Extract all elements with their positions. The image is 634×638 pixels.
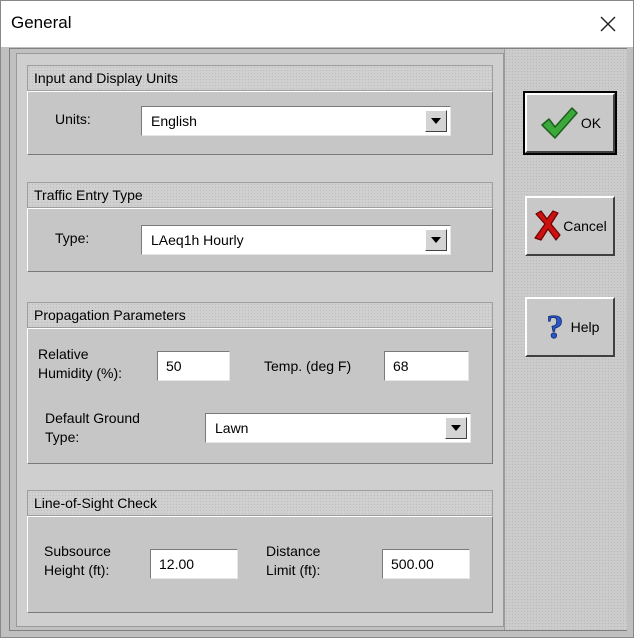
- general-dialog: General Input and Display Units Units: E…: [0, 0, 634, 638]
- humidity-label-line2: Humidity (%):: [38, 365, 123, 381]
- units-group-header: Input and Display Units: [27, 65, 493, 91]
- red-x-icon: [534, 210, 561, 241]
- propagation-group-header: Propagation Parameters: [27, 302, 493, 328]
- distance-limit-label-line2: Limit (ft):: [266, 562, 321, 578]
- units-selected-value: English: [151, 113, 197, 129]
- line-of-sight-group-body: Subsource Height (ft): 12.00 Distance Li…: [27, 516, 493, 613]
- ground-type-dropdown[interactable]: Lawn: [205, 413, 471, 443]
- ok-button-label: OK: [580, 115, 602, 131]
- units-dropdown[interactable]: English: [141, 106, 451, 136]
- humidity-input[interactable]: 50: [157, 351, 230, 381]
- units-group-body: Units: English: [27, 91, 493, 155]
- temp-input[interactable]: 68: [384, 351, 469, 381]
- cancel-button-label: Cancel: [563, 218, 607, 234]
- chevron-down-icon: [431, 237, 441, 243]
- ground-type-selected-value: Lawn: [215, 420, 249, 436]
- units-dropdown-button[interactable]: [425, 110, 447, 132]
- help-button[interactable]: ? Help: [525, 297, 615, 357]
- traffic-group: Traffic Entry Type Type: LAeq1h Hourly: [27, 182, 493, 272]
- checkmark-icon: [541, 107, 578, 139]
- subsource-height-label-line1: Subsource: [44, 543, 111, 559]
- dialog-title: General: [11, 13, 72, 32]
- line-of-sight-group-header: Line-of-Sight Check: [27, 490, 493, 516]
- traffic-group-header: Traffic Entry Type: [27, 182, 493, 208]
- ground-type-label-line1: Default Ground: [45, 410, 140, 426]
- subsource-height-label-line2: Height (ft):: [44, 562, 110, 578]
- propagation-group-body: Relative Humidity (%): 50 Temp. (deg F) …: [27, 328, 493, 464]
- traffic-group-body: Type: LAeq1h Hourly: [27, 208, 493, 272]
- humidity-label-line1: Relative: [38, 346, 89, 362]
- help-button-label: Help: [570, 319, 600, 335]
- close-icon: [600, 16, 616, 32]
- chevron-down-icon: [431, 118, 441, 124]
- traffic-type-dropdown-button[interactable]: [425, 229, 447, 251]
- close-button[interactable]: [583, 1, 633, 47]
- chevron-down-icon: [451, 425, 461, 431]
- button-panel: OK Cancel ? Help: [504, 49, 627, 630]
- line-of-sight-group: Line-of-Sight Check Subsource Height (ft…: [27, 490, 493, 613]
- propagation-group: Propagation Parameters Relative Humidity…: [27, 302, 493, 464]
- traffic-type-selected-value: LAeq1h Hourly: [151, 232, 244, 248]
- ground-type-label-line2: Type:: [45, 429, 80, 445]
- distance-limit-label-line1: Distance: [266, 543, 321, 559]
- ok-button[interactable]: OK: [523, 91, 617, 155]
- title-bar: General: [1, 1, 633, 47]
- units-label: Units:: [55, 111, 91, 127]
- dialog-client-area: Input and Display Units Units: English T…: [9, 48, 627, 631]
- question-mark-icon: ?: [546, 310, 564, 344]
- temp-label: Temp. (deg F): [264, 358, 352, 374]
- traffic-type-dropdown[interactable]: LAeq1h Hourly: [141, 225, 451, 255]
- settings-pane: Input and Display Units Units: English T…: [16, 53, 504, 627]
- ground-type-dropdown-button[interactable]: [445, 417, 467, 439]
- svg-text:?: ?: [546, 310, 563, 344]
- subsource-height-input[interactable]: 12.00: [150, 549, 238, 579]
- cancel-button[interactable]: Cancel: [525, 196, 615, 256]
- type-label: Type:: [55, 230, 90, 246]
- units-group: Input and Display Units Units: English: [27, 65, 493, 155]
- distance-limit-input[interactable]: 500.00: [382, 549, 470, 579]
